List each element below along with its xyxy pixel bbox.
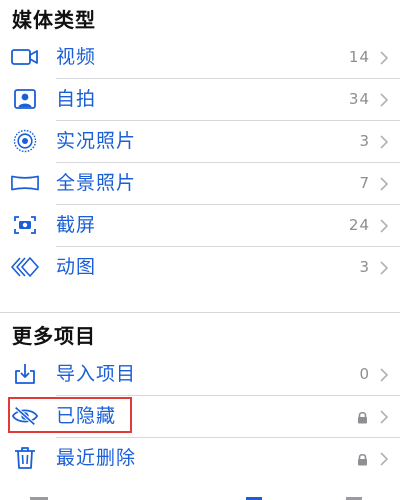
section-divider xyxy=(0,312,400,313)
row-label: 导入项目 xyxy=(56,363,137,385)
section-title-media-types: 媒体类型 xyxy=(12,8,96,32)
selfie-portrait-icon xyxy=(11,87,39,111)
animated-icon xyxy=(11,255,39,279)
more-row-recently-deleted[interactable]: 最近删除 xyxy=(0,437,400,479)
panorama-icon xyxy=(11,171,39,195)
chevron-right-icon xyxy=(380,50,389,69)
chevron-right-icon xyxy=(380,451,389,470)
row-label: 最近删除 xyxy=(56,447,137,469)
trash-icon xyxy=(11,446,39,470)
row-count: 3 xyxy=(359,132,370,150)
chevron-right-icon xyxy=(380,92,389,111)
import-icon xyxy=(11,362,39,386)
row-label: 视频 xyxy=(56,46,97,68)
tab-bar-edge xyxy=(0,494,400,500)
row-count: 24 xyxy=(348,216,370,234)
row-count: 0 xyxy=(359,365,370,383)
row-label: 自拍 xyxy=(56,88,97,110)
lock-icon xyxy=(357,451,368,470)
chevron-right-icon xyxy=(380,367,389,386)
media-row-panoramas[interactable]: 全景照片 7 xyxy=(0,162,400,204)
media-row-animated[interactable]: 动图 3 xyxy=(0,246,400,288)
row-label: 截屏 xyxy=(56,214,97,236)
media-row-selfies[interactable]: 自拍 34 xyxy=(0,78,400,120)
media-row-videos[interactable]: 视频 14 xyxy=(0,36,400,78)
screenshot-icon xyxy=(11,213,39,237)
row-count: 34 xyxy=(348,90,370,108)
media-row-screenshots[interactable]: 截屏 24 xyxy=(0,204,400,246)
video-icon xyxy=(11,45,39,69)
row-label: 全景照片 xyxy=(56,172,137,194)
chevron-right-icon xyxy=(380,218,389,237)
highlight-box xyxy=(8,397,132,433)
row-label: 动图 xyxy=(56,256,97,278)
row-label: 实况照片 xyxy=(56,130,137,152)
row-count: 14 xyxy=(348,48,370,66)
chevron-right-icon xyxy=(380,134,389,153)
chevron-right-icon xyxy=(380,176,389,195)
lock-icon xyxy=(357,409,368,428)
more-row-imports[interactable]: 导入项目 0 xyxy=(0,353,400,395)
chevron-right-icon xyxy=(380,260,389,279)
row-count: 7 xyxy=(359,174,370,192)
media-row-live-photos[interactable]: 实况照片 3 xyxy=(0,120,400,162)
row-count: 3 xyxy=(359,258,370,276)
section-title-more-items: 更多项目 xyxy=(12,324,96,348)
chevron-right-icon xyxy=(380,409,389,428)
live-photo-icon xyxy=(11,129,39,153)
